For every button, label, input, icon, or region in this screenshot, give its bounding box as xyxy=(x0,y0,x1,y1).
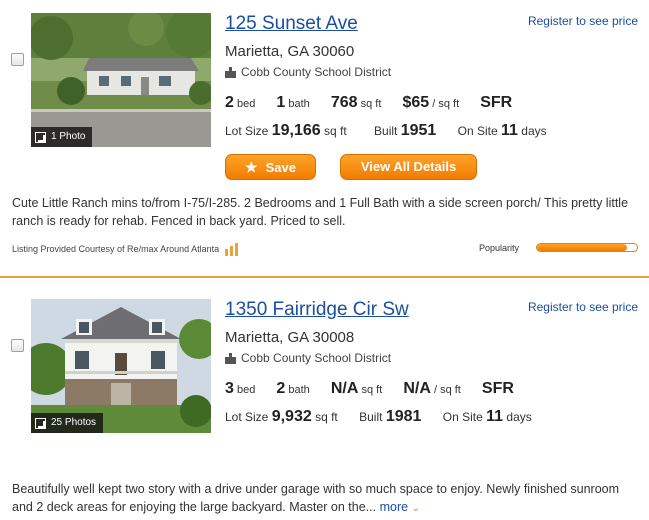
external-photo-icon xyxy=(35,417,46,429)
baths-value: 2 xyxy=(276,380,286,397)
school-district-text: Cobb County School District xyxy=(241,65,392,79)
photo-count: 25 Photos xyxy=(51,417,97,428)
onsite-label: On Site xyxy=(442,410,483,424)
beds-value: 2 xyxy=(225,94,234,111)
courtesy-text: Listing Provided Courtesy of Re/max Arou… xyxy=(12,244,220,254)
more-link[interactable]: more ⌄ xyxy=(380,500,420,514)
lot-size-unit: sq ft xyxy=(315,410,338,424)
popularity-fill xyxy=(537,244,627,251)
beds-label: bed xyxy=(236,98,256,110)
listing-card: 25 Photos 1350 Fairridge Cir Sw Register… xyxy=(0,286,649,520)
beds-label: bed xyxy=(236,384,256,396)
school-district-text: Cobb County School District xyxy=(241,351,392,365)
price-per-sqft-value: N/A xyxy=(403,380,431,397)
listing-photo[interactable]: 1 Photo xyxy=(31,13,211,147)
property-type: SFR xyxy=(480,94,513,111)
popularity-label: Popularity xyxy=(479,243,520,253)
price-per-sqft-label: / sq ft xyxy=(433,384,461,396)
listing-card: 1 Photo 125 Sunset Ave Register to see p… xyxy=(0,0,649,276)
lot-size-unit: sq ft xyxy=(323,124,347,138)
photo-count-badge[interactable]: 1 Photo xyxy=(31,127,93,147)
built-label: Built xyxy=(359,410,383,424)
sqft-value: N/A xyxy=(330,380,359,397)
register-price-link[interactable]: Register to see price xyxy=(528,300,638,314)
chevron-down-icon: ⌄ xyxy=(411,503,420,514)
sqft-label: sq ft xyxy=(360,98,382,110)
built-label: Built xyxy=(374,124,398,138)
photo-count-badge[interactable]: 25 Photos xyxy=(31,413,104,433)
beds-value: 3 xyxy=(225,380,234,397)
lot-size-value: 19,166 xyxy=(271,122,321,139)
school-icon xyxy=(225,352,236,364)
listing-description: Beautifully well kept two story with a d… xyxy=(12,480,638,518)
lot-size-label: Lot Size xyxy=(225,124,269,138)
onsite-unit: days xyxy=(521,124,547,138)
price-per-sqft-label: / sq ft xyxy=(432,98,460,110)
onsite-label: On Site xyxy=(457,124,498,138)
photo-count: 1 Photo xyxy=(51,131,86,142)
school-district: Cobb County School District xyxy=(225,65,391,79)
listing-photo[interactable]: 25 Photos xyxy=(31,299,211,433)
baths-value: 1 xyxy=(276,94,286,111)
listing-stats: 2 bed 1 bath 768 sq ft $65 / sq ft SFR xyxy=(225,94,512,112)
listing-divider xyxy=(0,276,649,278)
school-icon xyxy=(225,66,236,78)
broker-logo-icon xyxy=(225,242,239,256)
listing-courtesy: Listing Provided Courtesy of Re/max Arou… xyxy=(12,242,239,256)
property-type: SFR xyxy=(481,380,514,397)
view-all-details-button[interactable]: View All Details xyxy=(340,154,477,180)
listing-city: Marietta, GA 30008 xyxy=(225,329,355,346)
save-button[interactable]: ★ Save xyxy=(225,154,316,180)
save-label: Save xyxy=(265,160,296,175)
school-district: Cobb County School District xyxy=(225,351,391,365)
star-icon: ★ xyxy=(245,159,258,175)
listing-stats-secondary: Lot Size 19,166 sq ft Built 1951 On Site… xyxy=(225,122,547,140)
lot-size-value: 9,932 xyxy=(271,408,312,425)
external-photo-icon xyxy=(35,131,46,143)
listing-stats: 3 bed 2 bath N/A sq ft N/A / sq ft SFR xyxy=(225,380,514,398)
baths-label: bath xyxy=(288,98,310,110)
listing-address-link[interactable]: 1350 Fairridge Cir Sw xyxy=(225,299,409,321)
more-label: more xyxy=(379,500,409,514)
description-text: Beautifully well kept two story with a d… xyxy=(12,482,620,514)
built-value: 1981 xyxy=(385,408,422,425)
price-per-sqft-value: $65 xyxy=(402,94,430,111)
register-price-link[interactable]: Register to see price xyxy=(528,14,638,28)
select-listing-checkbox[interactable] xyxy=(11,53,24,66)
lot-size-label: Lot Size xyxy=(225,410,269,424)
sqft-label: sq ft xyxy=(361,384,383,396)
listing-description: Cute Little Ranch mins to/from I-75/I-28… xyxy=(12,196,629,228)
listing-city: Marietta, GA 30060 xyxy=(225,43,355,60)
listing-stats-secondary: Lot Size 9,932 sq ft Built 1981 On Site … xyxy=(225,408,532,426)
onsite-value: 11 xyxy=(486,408,504,425)
sqft-value: 768 xyxy=(330,94,358,111)
select-listing-checkbox[interactable] xyxy=(11,339,24,352)
onsite-unit: days xyxy=(506,410,532,424)
popularity-meter xyxy=(536,243,638,252)
built-value: 1951 xyxy=(400,122,437,139)
listing-address-link[interactable]: 125 Sunset Ave xyxy=(225,13,358,35)
baths-label: bath xyxy=(288,384,310,396)
onsite-value: 11 xyxy=(501,122,518,139)
